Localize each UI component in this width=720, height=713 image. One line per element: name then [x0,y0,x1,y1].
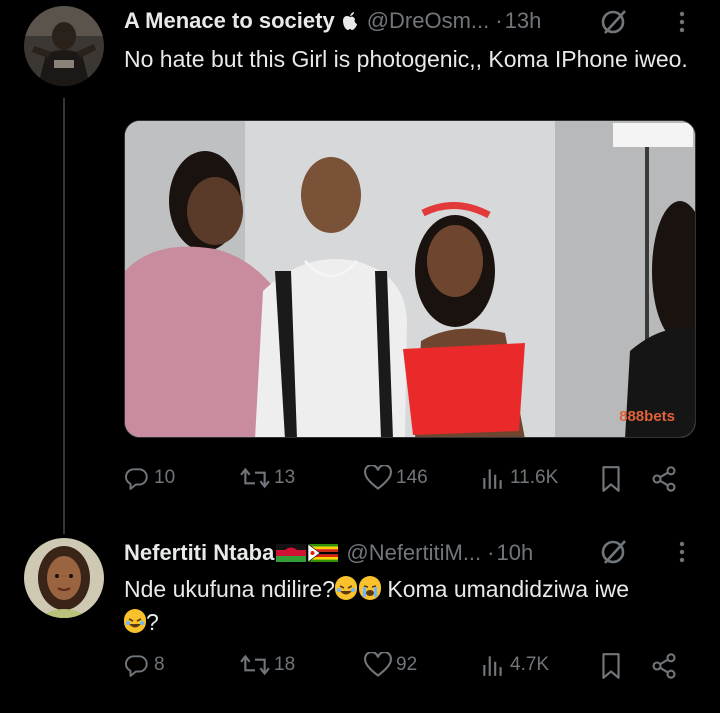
tweet-header: A Menace to society @DreOsm... · 13h [124,6,541,36]
avatar-menace[interactable] [24,6,104,86]
zimbabwe-flag-icon [308,544,339,562]
author-handle[interactable]: @DreOsm... [367,8,490,34]
grok-icon[interactable] [600,538,628,566]
more-options-icon[interactable] [670,10,694,34]
tweet-header: Nefertiti Ntaba @NefertitiM... · 10h [124,538,533,568]
heart-icon [364,652,392,677]
views-icon [483,656,502,676]
tweet-1[interactable]: A Menace to society @DreOsm... · 13h No … [0,0,720,534]
more-options-icon[interactable] [670,540,694,564]
timestamp[interactable]: 10h [496,540,533,566]
retweet-count: 18 [274,654,296,675]
avatar-image [24,538,104,618]
retweet-icon [240,654,270,676]
separator-dot: · [487,540,495,565]
reply-button[interactable]: 8 [124,652,165,678]
retweet-icon [240,467,270,489]
retweet-count: 13 [274,467,296,488]
avatar-image [24,6,104,86]
action-bar: 8 18 92 4.7K [124,652,684,686]
crying-emoji-icon [358,576,381,600]
reply-icon [125,655,148,677]
thread-line [63,98,65,534]
grok-icon[interactable] [600,8,628,36]
tweet-media[interactable]: 888bets [124,120,696,438]
author-handle[interactable]: @NefertitiM... [346,540,481,566]
media-watermark: 888bets [619,408,675,425]
views-count: 4.7K [510,654,550,675]
reply-count: 10 [154,467,176,488]
avatar-nefertiti[interactable] [24,538,104,618]
action-bar: 10 13 146 11.6K [124,465,684,499]
tweet-text-part3: ? [146,609,159,635]
heart-icon [364,465,392,490]
views-button[interactable]: 11.6K [480,465,558,491]
share-icon [652,466,676,492]
author-name[interactable]: A Menace to society [124,8,335,34]
rolling-laughing-emoji-icon [124,609,146,633]
bookmark-button[interactable] [598,652,624,680]
reply-count: 8 [154,654,165,675]
like-button[interactable]: 92 [364,652,417,678]
like-count: 92 [396,654,418,675]
views-icon [483,469,502,489]
bookmark-button[interactable] [598,465,624,493]
apple-icon [342,12,357,30]
bookmark-icon [602,466,620,492]
share-button[interactable] [650,465,678,493]
rolling-laughing-emoji-icon [334,576,357,600]
retweet-button[interactable]: 18 [240,652,295,678]
reply-icon [125,468,148,490]
tweet-text: No hate but this Girl is photogenic,, Ko… [124,46,688,72]
tweet-2[interactable]: Nefertiti Ntaba @NefertitiM... · 10h Nde… [0,530,720,713]
author-name[interactable]: Nefertiti Ntaba [124,540,274,566]
tweet-text-part2: Koma umandidziwa iwe [380,576,629,602]
like-button[interactable]: 146 [364,465,428,491]
views-button[interactable]: 4.7K [480,652,549,678]
like-count: 146 [396,467,428,488]
share-button[interactable] [650,652,678,680]
tweet-text: Nde ukufuna ndilire? Koma umandidziwa iw… [124,573,694,639]
tweet-text-part1: Nde ukufuna ndilire? [124,576,335,602]
separator-dot: · [495,8,503,33]
malawi-flag-icon [276,544,307,562]
retweet-button[interactable]: 13 [240,465,295,491]
share-icon [652,653,676,679]
reply-button[interactable]: 10 [124,465,175,491]
media-image [125,121,695,437]
views-count: 11.6K [510,467,559,488]
timestamp[interactable]: 13h [505,8,542,34]
bookmark-icon [602,653,620,679]
